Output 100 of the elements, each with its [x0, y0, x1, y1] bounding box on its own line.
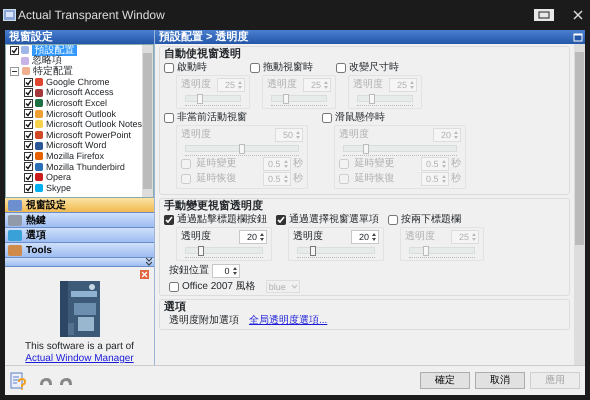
spin-arrows-icon[interactable]: [371, 232, 377, 242]
checkbox[interactable]: [164, 63, 174, 73]
nav-icon: [8, 200, 22, 210]
checkbox[interactable]: [24, 109, 33, 118]
checkbox-label: 非當前活動視窗: [177, 112, 247, 124]
field-label: 透明度: [353, 79, 383, 91]
checkbox[interactable]: [322, 113, 332, 123]
checkbox[interactable]: [24, 152, 33, 161]
slider-thumb[interactable]: [363, 144, 370, 154]
chevron-down-icon[interactable]: [146, 258, 152, 266]
slider[interactable]: [185, 95, 241, 102]
scrollbar[interactable]: [142, 45, 153, 197]
window-title: Actual Transparent Window: [18, 9, 165, 21]
spin-box[interactable]: 0: [212, 264, 240, 278]
spin-box[interactable]: 20: [239, 230, 267, 244]
options-link[interactable]: 全局透明度選項...: [249, 315, 328, 327]
checkbox[interactable]: [24, 88, 33, 98]
checkbox[interactable]: [24, 184, 33, 193]
scrollbar[interactable]: [574, 44, 585, 365]
checkbox[interactable]: [24, 141, 33, 150]
slider-thumb[interactable]: [239, 144, 245, 154]
checkbox[interactable]: [164, 113, 174, 123]
checkbox-label: 延時恢復: [196, 173, 236, 185]
tree-item[interactable]: Mozilla Firefox: [46, 150, 104, 162]
checkbox[interactable]: [10, 46, 19, 55]
checkbox-label: 滑鼠懸停時: [335, 112, 385, 124]
panel-header: 視窗設定: [5, 30, 154, 44]
nav-item[interactable]: Tools: [5, 243, 154, 258]
checkbox[interactable]: [164, 215, 174, 225]
tree-item[interactable]: Microsoft Outlook Notes: [46, 119, 142, 130]
section-title: 選項: [164, 301, 187, 314]
breadcrumb: 預設配置 > 透明度: [159, 30, 249, 44]
slider-thumb[interactable]: [198, 246, 204, 256]
checkbox[interactable]: [336, 63, 346, 73]
slider-thumb[interactable]: [423, 246, 429, 256]
app-icon: [2, 9, 16, 21]
field-label: 透明度: [181, 79, 211, 91]
slider-thumb[interactable]: [368, 94, 374, 104]
checkbox[interactable]: [276, 215, 286, 225]
window-icon[interactable]: [533, 8, 555, 22]
field-label: 透明度: [405, 231, 435, 243]
spin-box[interactable]: 20: [351, 230, 379, 244]
tree-item[interactable]: Microsoft PowerPoint: [46, 130, 132, 140]
nav-icon: [8, 244, 22, 256]
tree-item[interactable]: Opera: [46, 172, 72, 183]
nav-item[interactable]: 選項: [5, 228, 154, 243]
dialog-button[interactable]: 取消: [475, 372, 525, 389]
checkbox[interactable]: [24, 78, 33, 87]
checkbox-label: 啟動時: [177, 62, 207, 74]
checkbox-label: 改變尺寸時: [349, 62, 399, 74]
tree-item[interactable]: Microsoft Access: [46, 87, 114, 98]
slider-thumb[interactable]: [282, 94, 288, 104]
tree-item[interactable]: Microsoft Word: [46, 140, 106, 151]
tree-item[interactable]: Microsoft Excel: [46, 98, 108, 109]
tree-item[interactable]: Mozilla Thunderbird: [46, 162, 125, 172]
section-title: 自動使視窗透明: [164, 48, 242, 61]
tree-item[interactable]: Skype: [46, 182, 72, 194]
checkbox[interactable]: [24, 120, 33, 129]
checkbox[interactable]: [169, 282, 179, 292]
slider-thumb[interactable]: [196, 94, 202, 104]
dialog-button[interactable]: 確定: [420, 372, 470, 389]
tree-item[interactable]: Microsoft Outlook: [46, 108, 116, 120]
unit-label: 秒: [451, 173, 461, 185]
nav-item[interactable]: 視窗設定: [5, 198, 154, 213]
field-label: 透明度: [181, 129, 211, 141]
slider-thumb[interactable]: [310, 246, 316, 256]
checkbox[interactable]: [388, 215, 398, 225]
expander-icon[interactable]: [10, 66, 19, 76]
tree-item[interactable]: 特定配置: [33, 66, 73, 77]
tree-item[interactable]: 忽略項: [32, 55, 62, 66]
help-icon[interactable]: [10, 372, 28, 390]
checkbox-label: 按兩下標題欄: [401, 214, 461, 226]
slider[interactable]: [297, 247, 375, 254]
tree-item[interactable]: Google Chrome: [46, 76, 110, 88]
field-label: 透明度附加選項: [169, 315, 239, 327]
unit-label: 秒: [293, 158, 303, 170]
checkbox[interactable]: [250, 63, 260, 73]
spin-arrows-icon[interactable]: [232, 266, 238, 276]
field-label: 透明度: [181, 231, 211, 243]
slider[interactable]: [357, 95, 413, 102]
nav-icon: [8, 214, 22, 226]
field-label: 透明度: [293, 231, 323, 243]
checkbox[interactable]: [24, 162, 33, 172]
unit-label: 秒: [293, 173, 303, 185]
slider[interactable]: [185, 145, 299, 152]
slider[interactable]: [409, 247, 475, 254]
slider[interactable]: [343, 145, 457, 152]
nav-item[interactable]: 熱鍵: [5, 213, 154, 228]
checkbox[interactable]: [24, 172, 33, 182]
checkbox[interactable]: [24, 130, 33, 140]
spin-arrows-icon[interactable]: [259, 232, 265, 242]
checkbox[interactable]: [24, 98, 33, 108]
product-link[interactable]: Actual Window Manager: [25, 353, 134, 365]
window-icon: [572, 32, 582, 42]
close-icon[interactable]: [572, 10, 582, 20]
checkbox-label: 延時變更: [354, 158, 394, 170]
slider[interactable]: [271, 95, 327, 102]
field-label: 按鈕位置: [169, 265, 209, 277]
ad-text: This software is a part of: [25, 341, 134, 353]
slider[interactable]: [185, 247, 263, 254]
